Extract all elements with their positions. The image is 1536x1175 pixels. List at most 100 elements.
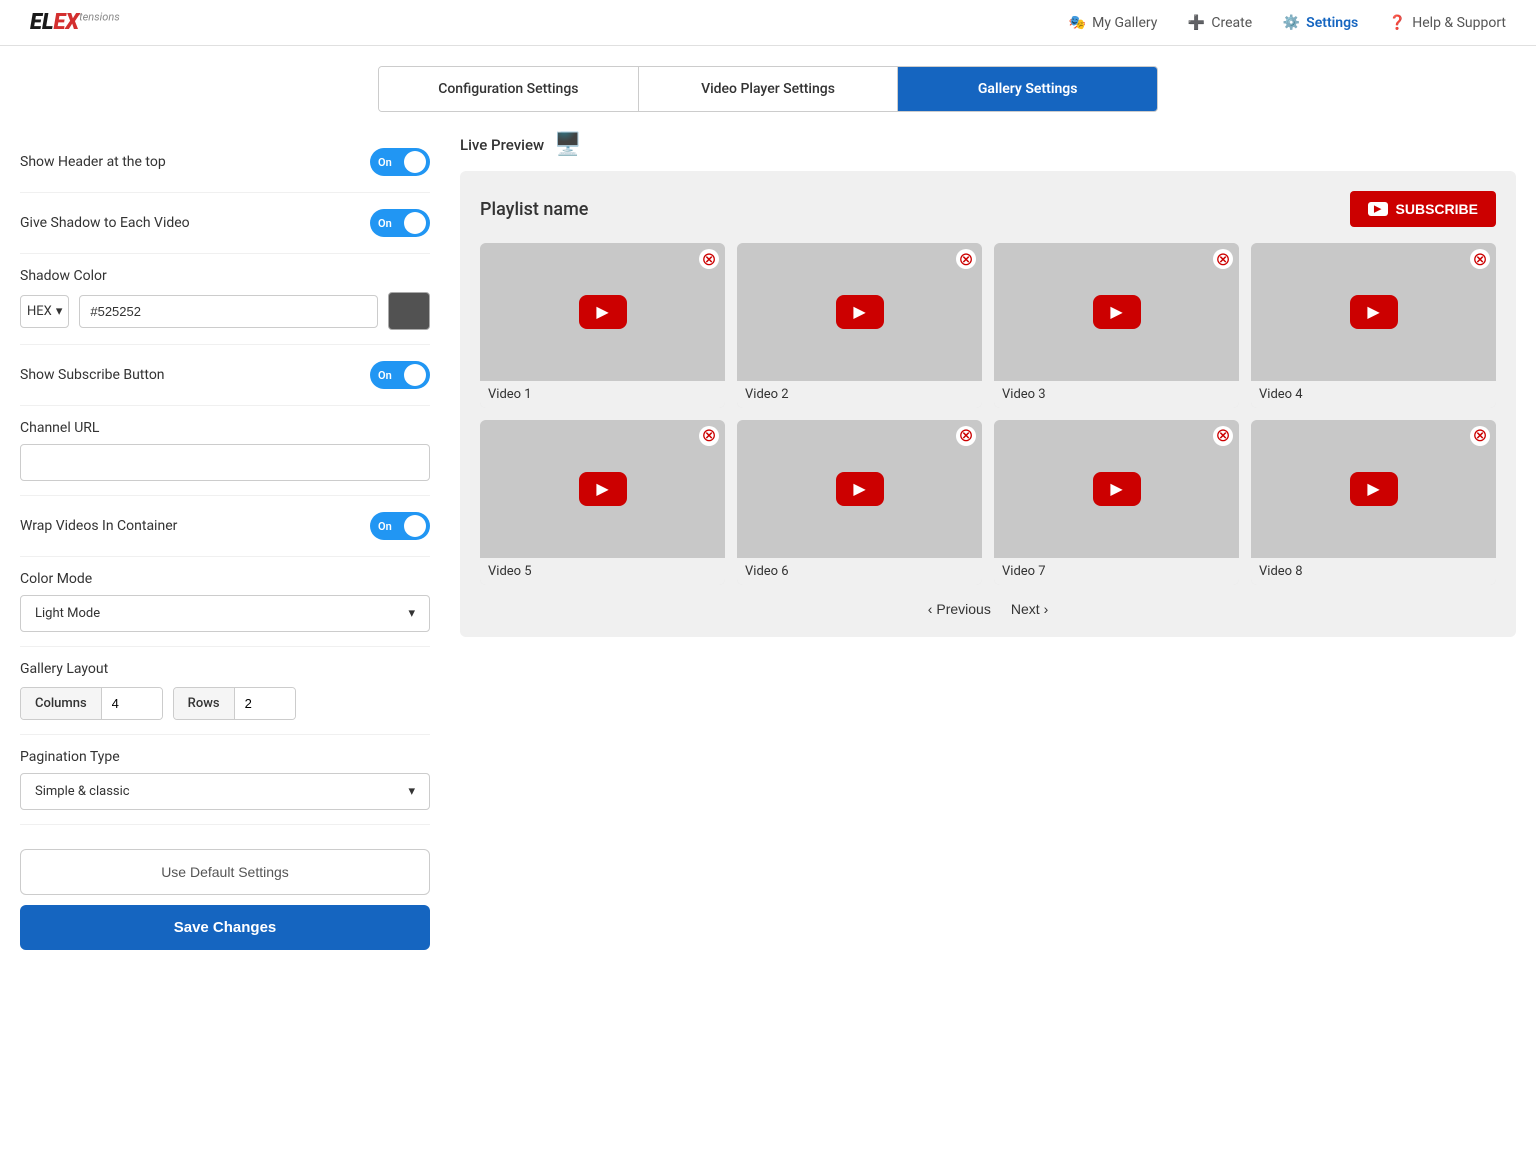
preview-top-bar: Playlist name SUBSCRIBE <box>480 191 1496 227</box>
channel-url-input[interactable] <box>20 444 430 481</box>
video-title: Video 7 <box>994 558 1239 585</box>
video-thumbnail: ▶ <box>1251 243 1496 381</box>
tab-video-player[interactable]: Video Player Settings <box>639 67 899 111</box>
play-button[interactable]: ▶ <box>1093 472 1141 506</box>
show-header-toggle[interactable]: On <box>370 148 430 176</box>
monitor-icon: 🖥️ <box>554 132 581 157</box>
columns-field: Columns <box>20 687 163 720</box>
pagination-type-select[interactable]: Simple & classic ▾ <box>20 773 430 810</box>
show-header-row: Show Header at the top On <box>20 132 430 193</box>
nav-items: 🎭 My Gallery ➕ Create ⚙️ Settings ❓ Help… <box>1068 14 1506 32</box>
video-card: ▶ ⊗ Video 5 <box>480 420 725 585</box>
show-subscribe-toggle[interactable]: On <box>370 361 430 389</box>
tab-gallery[interactable]: Gallery Settings <box>898 67 1157 111</box>
next-button[interactable]: Next › <box>1011 601 1048 617</box>
remove-video-button[interactable]: ⊗ <box>1470 426 1490 446</box>
chevron-right-icon: › <box>1044 601 1049 617</box>
play-button[interactable]: ▶ <box>1093 295 1141 329</box>
help-icon: ❓ <box>1388 14 1406 32</box>
video-card: ▶ ⊗ Video 1 <box>480 243 725 408</box>
rows-label: Rows <box>174 688 235 719</box>
video-card: ▶ ⊗ Video 2 <box>737 243 982 408</box>
columns-input[interactable] <box>102 688 162 719</box>
subscribe-button[interactable]: SUBSCRIBE <box>1350 191 1496 227</box>
tab-configuration[interactable]: Configuration Settings <box>379 67 639 111</box>
create-icon: ➕ <box>1187 14 1205 32</box>
pagination-label: Pagination Type <box>20 749 430 765</box>
rows-input[interactable] <box>235 688 295 719</box>
chevron-down-icon: ▾ <box>56 304 63 319</box>
play-button[interactable]: ▶ <box>579 295 627 329</box>
nav-settings[interactable]: ⚙️ Settings <box>1282 14 1358 32</box>
use-default-button[interactable]: Use Default Settings <box>20 849 430 895</box>
remove-video-button[interactable]: ⊗ <box>1470 249 1490 269</box>
remove-video-button[interactable]: ⊗ <box>956 249 976 269</box>
previous-button[interactable]: ‹ Previous <box>928 601 991 617</box>
play-button[interactable]: ▶ <box>836 295 884 329</box>
gallery-icon: 🎭 <box>1068 14 1086 32</box>
shadow-color-label: Shadow Color <box>20 268 430 284</box>
remove-video-button[interactable]: ⊗ <box>699 426 719 446</box>
video-thumbnail: ▶ <box>480 243 725 381</box>
main-content: Show Header at the top On Give Shadow to… <box>0 132 1536 980</box>
chevron-down-icon: ▾ <box>408 784 415 799</box>
video-thumbnail: ▶ <box>737 243 982 381</box>
video-thumbnail: ▶ <box>1251 420 1496 558</box>
video-card: ▶ ⊗ Video 4 <box>1251 243 1496 408</box>
video-title: Video 1 <box>480 381 725 408</box>
video-title: Video 8 <box>1251 558 1496 585</box>
preview-header: Live Preview 🖥️ <box>460 132 1516 157</box>
video-grid: ▶ ⊗ Video 1 ▶ ⊗ Video 2 ▶ ⊗ Video 3 ▶ ⊗ … <box>480 243 1496 585</box>
play-button[interactable]: ▶ <box>1350 295 1398 329</box>
play-button[interactable]: ▶ <box>579 472 627 506</box>
chevron-down-icon: ▾ <box>408 606 415 621</box>
playlist-name: Playlist name <box>480 199 588 220</box>
save-changes-button[interactable]: Save Changes <box>20 905 430 950</box>
color-mode-section: Color Mode Light Mode ▾ <box>20 557 430 647</box>
nav-help[interactable]: ❓ Help & Support <box>1388 14 1506 32</box>
video-card: ▶ ⊗ Video 6 <box>737 420 982 585</box>
wrap-videos-label: Wrap Videos In Container <box>20 518 177 534</box>
video-title: Video 6 <box>737 558 982 585</box>
channel-url-label: Channel URL <box>20 420 430 436</box>
pagination-controls: ‹ Previous Next › <box>480 601 1496 617</box>
remove-video-button[interactable]: ⊗ <box>956 426 976 446</box>
nav-my-gallery[interactable]: 🎭 My Gallery <box>1068 14 1157 32</box>
right-preview-panel: Live Preview 🖥️ Playlist name SUBSCRIBE … <box>460 132 1516 950</box>
give-shadow-row: Give Shadow to Each Video On <box>20 193 430 254</box>
youtube-icon <box>1368 202 1388 216</box>
remove-video-button[interactable]: ⊗ <box>1213 426 1233 446</box>
wrap-videos-toggle[interactable]: On <box>370 512 430 540</box>
wrap-videos-row: Wrap Videos In Container On <box>20 496 430 557</box>
play-button[interactable]: ▶ <box>836 472 884 506</box>
give-shadow-label: Give Shadow to Each Video <box>20 215 190 231</box>
video-title: Video 5 <box>480 558 725 585</box>
remove-video-button[interactable]: ⊗ <box>1213 249 1233 269</box>
video-title: Video 3 <box>994 381 1239 408</box>
chevron-left-icon: ‹ <box>928 601 933 617</box>
top-navigation: ELEXtensions 🎭 My Gallery ➕ Create ⚙️ Se… <box>0 0 1536 46</box>
pagination-type-section: Pagination Type Simple & classic ▾ <box>20 735 430 825</box>
video-title: Video 2 <box>737 381 982 408</box>
video-title: Video 4 <box>1251 381 1496 408</box>
give-shadow-toggle[interactable]: On <box>370 209 430 237</box>
video-card: ▶ ⊗ Video 3 <box>994 243 1239 408</box>
play-button[interactable]: ▶ <box>1350 472 1398 506</box>
rows-field: Rows <box>173 687 296 720</box>
hex-format-select[interactable]: HEX ▾ <box>20 295 69 328</box>
remove-video-button[interactable]: ⊗ <box>699 249 719 269</box>
video-thumbnail: ▶ <box>994 243 1239 381</box>
gallery-layout-label: Gallery Layout <box>20 661 430 677</box>
show-header-label: Show Header at the top <box>20 154 166 170</box>
color-swatch[interactable] <box>388 292 430 330</box>
color-mode-select[interactable]: Light Mode ▾ <box>20 595 430 632</box>
video-thumbnail: ▶ <box>480 420 725 558</box>
hex-color-input[interactable] <box>79 295 378 328</box>
bottom-buttons: Use Default Settings Save Changes <box>20 849 430 950</box>
gallery-layout-section: Gallery Layout Columns Rows <box>20 647 430 735</box>
left-settings-panel: Show Header at the top On Give Shadow to… <box>20 132 430 950</box>
nav-create[interactable]: ➕ Create <box>1187 14 1252 32</box>
settings-tabs: Configuration Settings Video Player Sett… <box>378 66 1158 112</box>
columns-label: Columns <box>21 688 102 719</box>
preview-title: Live Preview <box>460 136 544 154</box>
